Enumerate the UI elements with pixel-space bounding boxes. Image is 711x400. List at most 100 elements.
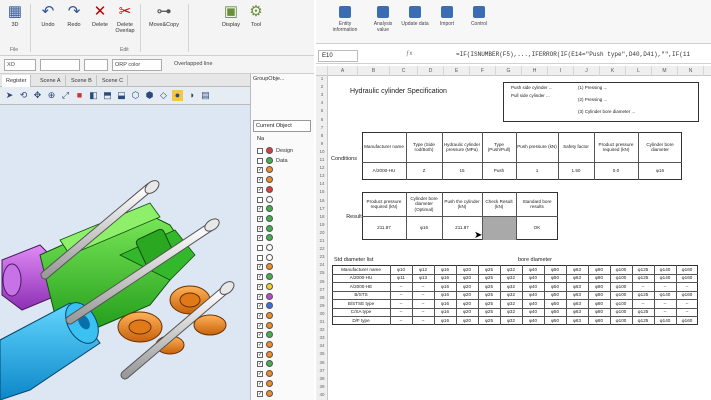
- column-header[interactable]: B: [358, 66, 390, 76]
- name-box[interactable]: E10: [318, 50, 358, 62]
- column-header[interactable]: L: [626, 66, 652, 76]
- column-header[interactable]: G: [496, 66, 522, 76]
- row-number[interactable]: 23: [316, 254, 328, 259]
- std-cell[interactable]: φ12: [413, 266, 433, 273]
- layer-row[interactable]: [257, 243, 313, 253]
- row-number[interactable]: 28: [316, 295, 328, 300]
- value-field-2[interactable]: [84, 59, 108, 71]
- side-view-icon[interactable]: ⬓: [116, 90, 127, 101]
- fit-icon[interactable]: ⤢: [60, 90, 71, 101]
- std-cell[interactable]: φ40: [523, 300, 543, 307]
- layer-row[interactable]: ✓: [257, 272, 313, 282]
- std-cell[interactable]: φ80: [589, 292, 609, 299]
- std-cell[interactable]: φ20: [457, 309, 477, 316]
- std-cell[interactable]: φ160: [677, 266, 697, 273]
- control-button[interactable]: Control: [464, 6, 494, 27]
- std-cell[interactable]: φ50: [545, 309, 565, 316]
- std-cell[interactable]: φ25: [479, 309, 499, 316]
- layer-row[interactable]: ✓: [257, 262, 313, 272]
- layer-checkbox[interactable]: ✓: [257, 177, 263, 184]
- row-number[interactable]: 4: [316, 100, 328, 105]
- spec-cell[interactable]: 1.50: [559, 163, 593, 179]
- result-cell[interactable]: Check Result (kN): [483, 193, 515, 215]
- row-number[interactable]: 39: [316, 384, 328, 389]
- row-number[interactable]: 37: [316, 368, 328, 373]
- std-cell[interactable]: –: [677, 300, 697, 307]
- layer-row[interactable]: ✓: [257, 292, 313, 302]
- color-select[interactable]: ORP color: [112, 59, 162, 71]
- tab-scene-c[interactable]: Scene C: [98, 75, 129, 87]
- value-field-1[interactable]: [40, 59, 80, 71]
- std-cell[interactable]: φ160: [677, 317, 697, 324]
- row-number[interactable]: 21: [316, 238, 328, 243]
- spec-cell[interactable]: 0.0: [595, 163, 637, 179]
- layer-checkbox[interactable]: ✓: [257, 274, 263, 281]
- std-cell[interactable]: C/SA type: [333, 309, 389, 316]
- top-view-icon[interactable]: ⬒: [102, 90, 113, 101]
- shaded-icon[interactable]: ●: [172, 90, 183, 101]
- std-cell[interactable]: –: [391, 309, 411, 316]
- layer-checkbox[interactable]: ✓: [257, 206, 263, 213]
- std-cell[interactable]: –: [413, 309, 433, 316]
- spec-cell[interactable]: Type (Push/Pull): [483, 133, 515, 161]
- pan-icon[interactable]: ✥: [32, 90, 43, 101]
- current-object-select[interactable]: Current Object: [253, 120, 311, 132]
- layer-checkbox[interactable]: ✓: [257, 293, 263, 300]
- std-cell[interactable]: φ40: [523, 266, 543, 273]
- column-header[interactable]: N: [678, 66, 704, 76]
- row-number[interactable]: 3: [316, 92, 328, 97]
- result-cell[interactable]: 211.87: [363, 217, 405, 239]
- std-cell[interactable]: φ80: [589, 266, 609, 273]
- std-cell[interactable]: φ32: [501, 283, 521, 290]
- spec-cell[interactable]: Z: [407, 163, 441, 179]
- layer-row[interactable]: ✓: [257, 350, 313, 360]
- update-data-button[interactable]: Update data: [400, 6, 430, 27]
- std-cell[interactable]: D/F type: [333, 317, 389, 324]
- row-number[interactable]: 2: [316, 84, 328, 89]
- std-cell[interactable]: φ50: [545, 275, 565, 282]
- std-cell[interactable]: φ100: [611, 300, 631, 307]
- std-cell[interactable]: φ100: [611, 309, 631, 316]
- std-cell[interactable]: φ100: [611, 283, 631, 290]
- std-cell[interactable]: φ80: [589, 309, 609, 316]
- layer-checkbox[interactable]: [257, 254, 263, 261]
- layer-row[interactable]: ✓: [257, 214, 313, 224]
- std-cell[interactable]: φ10: [391, 266, 411, 273]
- move-copy-button[interactable]: ⊶ Move&Copy: [144, 4, 184, 29]
- row-number[interactable]: 14: [316, 181, 328, 186]
- std-cell[interactable]: φ40: [523, 283, 543, 290]
- layer-row[interactable]: ✓: [257, 165, 313, 175]
- std-cell[interactable]: –: [391, 283, 411, 290]
- row-number[interactable]: 27: [316, 287, 328, 292]
- std-cell[interactable]: φ20: [457, 275, 477, 282]
- column-header[interactable]: H: [522, 66, 548, 76]
- std-cell[interactable]: φ20: [457, 317, 477, 324]
- column-header[interactable]: F: [470, 66, 496, 76]
- layer-row[interactable]: ✓: [257, 379, 313, 389]
- std-cell[interactable]: φ20: [457, 292, 477, 299]
- column-header[interactable]: D: [418, 66, 444, 76]
- row-number[interactable]: 16: [316, 198, 328, 203]
- spec-cell[interactable]: 1: [517, 163, 557, 179]
- std-cell[interactable]: –: [391, 292, 411, 299]
- result-cell[interactable]: OK: [517, 217, 557, 239]
- std-cell[interactable]: φ25: [479, 292, 499, 299]
- column-header[interactable]: E: [444, 66, 470, 76]
- layer-row[interactable]: [257, 195, 313, 205]
- column-header[interactable]: J: [574, 66, 600, 76]
- std-cell[interactable]: φ16: [435, 292, 455, 299]
- std-cell[interactable]: –: [413, 300, 433, 307]
- tab-scene-a[interactable]: Scene A: [36, 75, 66, 87]
- std-cell[interactable]: φ25: [479, 300, 499, 307]
- delete-overlap-button[interactable]: ✂ Delete Overlap: [112, 4, 138, 35]
- row-number[interactable]: 29: [316, 303, 328, 308]
- std-cell[interactable]: φ125: [633, 266, 653, 273]
- std-cell[interactable]: φ100: [611, 292, 631, 299]
- spec-cell[interactable]: Hydraulic cylinder pressure (MPa): [443, 133, 481, 161]
- spec-cell[interactable]: φ16: [639, 163, 681, 179]
- layer-row[interactable]: Design: [257, 146, 313, 156]
- wireframe-icon[interactable]: ⬢: [144, 90, 155, 101]
- layer-checkbox[interactable]: ✓: [257, 380, 263, 387]
- column-header[interactable]: I: [548, 66, 574, 76]
- row-number[interactable]: 38: [316, 376, 328, 381]
